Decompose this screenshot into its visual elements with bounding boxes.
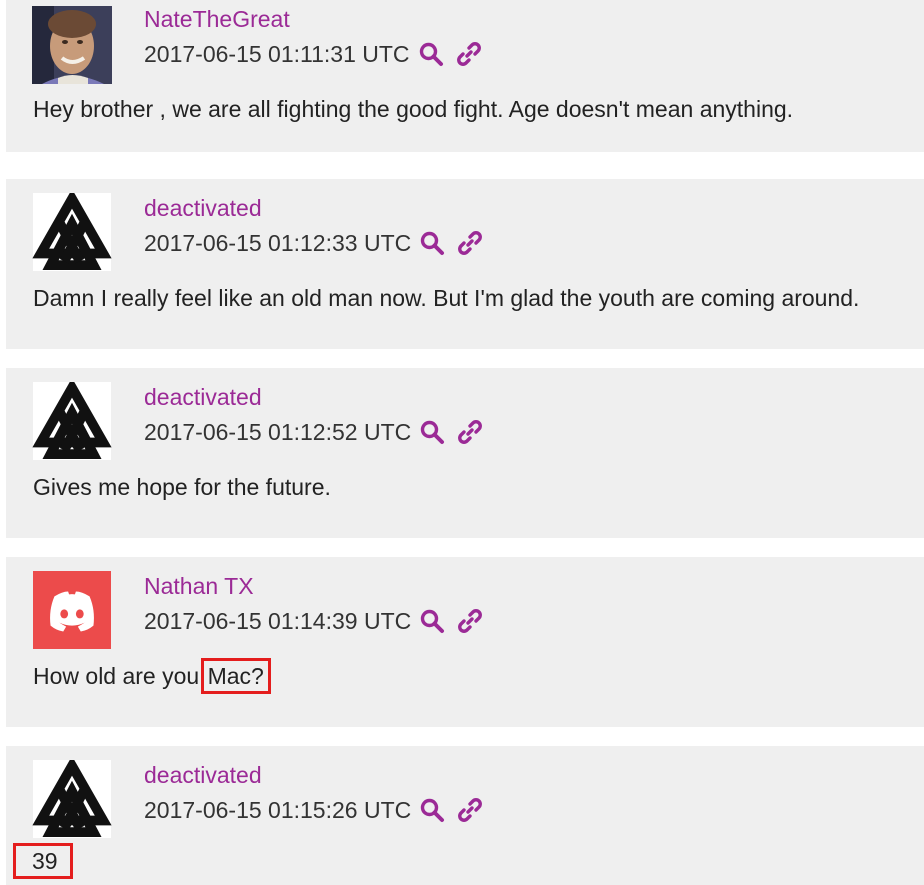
link-icon[interactable]: [457, 419, 483, 445]
discord-logo-icon: [33, 571, 111, 649]
message-meta: 2017-06-15 01:14:39 UTC: [144, 606, 483, 636]
link-icon[interactable]: [457, 230, 483, 256]
valknut-icon: [32, 193, 112, 271]
username-link[interactable]: deactivated: [144, 383, 262, 411]
message-text: 39: [13, 843, 73, 879]
search-icon[interactable]: [418, 41, 444, 67]
message-meta: 2017-06-15 01:11:31 UTC: [144, 39, 482, 69]
avatar[interactable]: [32, 760, 112, 838]
message-feed: NateTheGreat 2017-06-15 01:11:31 UTC Hey…: [0, 0, 924, 885]
valknut-icon: [32, 382, 112, 460]
search-icon[interactable]: [419, 419, 445, 445]
valknut-icon: [32, 760, 112, 838]
message-text: Hey brother , we are all fighting the go…: [33, 96, 794, 122]
search-icon[interactable]: [419, 797, 445, 823]
message-card: deactivated 2017-06-15 01:12:33 UTC Damn…: [6, 179, 924, 349]
highlighted-text: Mac?: [200, 658, 271, 694]
message-text: Damn I really feel like an old man now. …: [33, 285, 860, 311]
timestamp: 2017-06-15 01:12:52 UTC: [144, 419, 412, 445]
timestamp: 2017-06-15 01:12:33 UTC: [144, 230, 412, 256]
link-icon[interactable]: [457, 797, 483, 823]
message-card: NateTheGreat 2017-06-15 01:11:31 UTC Hey…: [6, 0, 924, 152]
timestamp: 2017-06-15 01:15:26 UTC: [144, 797, 412, 823]
message-meta: 2017-06-15 01:12:52 UTC: [144, 417, 483, 447]
message-text: Gives me hope for the future.: [33, 474, 331, 500]
avatar[interactable]: [32, 6, 112, 84]
person-photo-icon: [32, 6, 112, 84]
username-link[interactable]: Nathan TX: [144, 572, 254, 600]
avatar[interactable]: [32, 382, 112, 460]
avatar[interactable]: [32, 193, 112, 271]
username-link[interactable]: NateTheGreat: [144, 5, 290, 33]
search-icon[interactable]: [419, 230, 445, 256]
message-meta: 2017-06-15 01:12:33 UTC: [144, 228, 483, 258]
message-card: Nathan TX 2017-06-15 01:14:39 UTC How ol…: [6, 557, 924, 727]
message-card: deactivated 2017-06-15 01:15:26 UTC 39: [6, 746, 924, 885]
username-link[interactable]: deactivated: [144, 194, 262, 222]
highlighted-text: 39: [13, 843, 73, 879]
timestamp: 2017-06-15 01:14:39 UTC: [144, 608, 412, 634]
message-text-plain: How old are you: [33, 663, 206, 689]
link-icon[interactable]: [457, 608, 483, 634]
message-text: How old are you Mac?: [33, 658, 271, 694]
message-meta: 2017-06-15 01:15:26 UTC: [144, 795, 483, 825]
search-icon[interactable]: [419, 608, 445, 634]
timestamp: 2017-06-15 01:11:31 UTC: [144, 41, 410, 67]
link-icon[interactable]: [456, 41, 482, 67]
username-link[interactable]: deactivated: [144, 761, 262, 789]
message-card: deactivated 2017-06-15 01:12:52 UTC Give…: [6, 368, 924, 538]
avatar[interactable]: [32, 571, 112, 649]
